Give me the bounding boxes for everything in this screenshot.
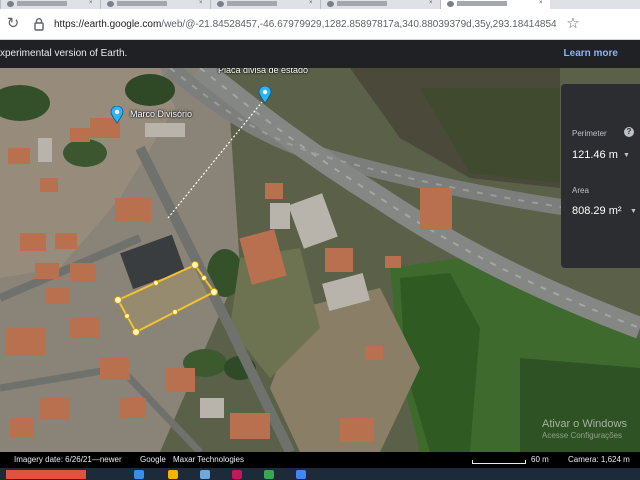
address-bar: ↻ https://earth.google.com/web/@-21.8452… bbox=[0, 9, 640, 40]
favicon-icon bbox=[107, 1, 114, 7]
perimeter-unit-dropdown-icon[interactable]: ▼ bbox=[623, 151, 630, 160]
taskbar-app-icon[interactable] bbox=[296, 470, 306, 479]
close-tab-icon[interactable]: × bbox=[429, 0, 434, 6]
favicon-icon bbox=[7, 1, 14, 7]
favicon-icon bbox=[447, 1, 454, 7]
close-tab-icon[interactable]: × bbox=[89, 0, 94, 6]
map-status-bar: Imagery date: 6/26/21—newer Google Maxar… bbox=[0, 452, 640, 468]
favicon-icon bbox=[217, 1, 224, 7]
browser-tab[interactable]: × bbox=[0, 0, 100, 9]
favicon-icon bbox=[327, 1, 334, 7]
learn-more-link[interactable]: Learn more bbox=[564, 47, 618, 61]
browser-tab[interactable]: × bbox=[100, 0, 210, 9]
reload-icon[interactable]: ↻ bbox=[4, 15, 22, 33]
camera-altitude: Camera: 1,624 m bbox=[568, 455, 630, 464]
banner-message: xperimental version of Earth. bbox=[0, 48, 128, 59]
lock-icon[interactable] bbox=[32, 17, 46, 31]
perimeter-label: Perimeter bbox=[572, 129, 607, 138]
imagery-date: Imagery date: 6/26/21—newer bbox=[14, 455, 122, 464]
area-value: 808.29 m² bbox=[572, 205, 622, 217]
scale-label: 60 m bbox=[531, 455, 549, 464]
browser-tab[interactable]: × bbox=[320, 0, 440, 9]
scale-bar bbox=[472, 460, 526, 464]
border-sign-pin-icon[interactable] bbox=[258, 85, 272, 104]
taskbar-app-icon[interactable] bbox=[168, 470, 178, 479]
bookmark-star-icon[interactable]: ☆ bbox=[564, 14, 582, 34]
taskbar-app-icon[interactable] bbox=[232, 470, 242, 479]
url-host: https://earth.google.com bbox=[54, 19, 162, 30]
place-label-border-sign[interactable]: Placa divisa de estado bbox=[218, 68, 308, 76]
browser-tab[interactable]: × bbox=[210, 0, 320, 9]
satellite-map-view[interactable]: Marco Divisório Placa divisa de estado A… bbox=[0, 68, 640, 452]
measure-panel: Perimeter ? 121.46 m ▼ Area 808.29 m² ▼ bbox=[561, 84, 640, 268]
taskbar-app-icon[interactable] bbox=[200, 470, 210, 479]
watermark-line1: Ativar o Windows bbox=[542, 418, 627, 430]
place-pin-icon[interactable] bbox=[110, 105, 124, 124]
close-tab-icon[interactable]: × bbox=[309, 0, 314, 6]
area-unit-dropdown-icon[interactable]: ▼ bbox=[630, 207, 637, 216]
watermark-line2: Acesse Configurações bbox=[542, 431, 623, 440]
url-path: /web/@-21.84528457,-46.67979929,1282.858… bbox=[161, 19, 556, 30]
windows-activation-watermark: Ativar o Windows Acesse Configurações bbox=[542, 418, 627, 441]
close-tab-icon[interactable]: × bbox=[199, 0, 204, 6]
url-field[interactable]: https://earth.google.com/web/@-21.845284… bbox=[54, 18, 556, 32]
help-icon[interactable]: ? bbox=[624, 127, 634, 137]
provider-google: Google bbox=[140, 455, 166, 464]
provider-maxar: Maxar Technologies bbox=[173, 455, 245, 464]
os-taskbar bbox=[0, 468, 640, 480]
place-label-marco[interactable]: Marco Divisório bbox=[130, 109, 192, 120]
perimeter-value: 121.46 m bbox=[572, 149, 618, 161]
taskbar-app-icon[interactable] bbox=[264, 470, 274, 479]
experimental-banner: xperimental version of Earth. Learn more bbox=[0, 40, 640, 68]
area-label: Area bbox=[572, 186, 589, 195]
taskbar-app-icon[interactable] bbox=[6, 470, 86, 479]
satellite-imagery bbox=[0, 68, 640, 452]
browser-tab-active[interactable]: × bbox=[440, 0, 550, 9]
close-tab-icon[interactable]: × bbox=[539, 0, 544, 6]
taskbar-app-icon[interactable] bbox=[134, 470, 144, 479]
browser-tab-strip: × × × × × bbox=[0, 0, 640, 9]
